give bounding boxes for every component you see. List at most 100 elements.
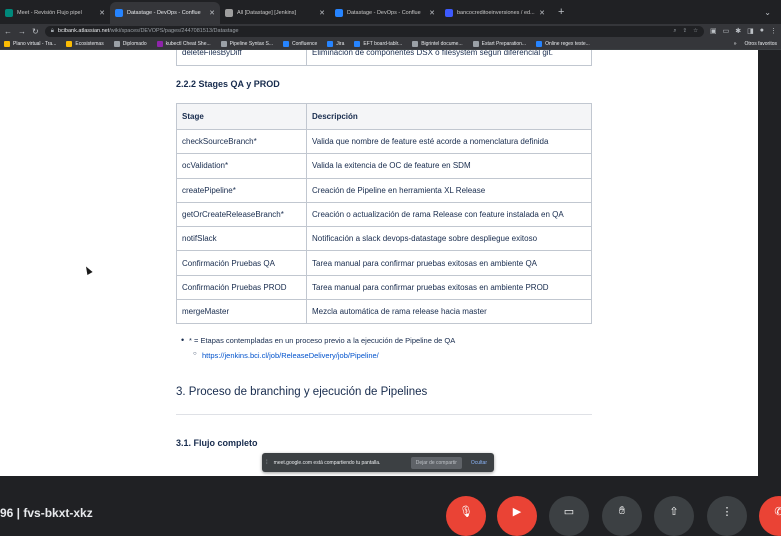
note-text: * = Etapas contempladas en un proceso pr… xyxy=(181,335,455,345)
close-icon[interactable]: ✕ xyxy=(429,9,435,17)
bookmark-item[interactable]: Bigrintel docume... xyxy=(412,40,463,47)
bookmark-item[interactable]: Ecosistemas xyxy=(66,40,104,47)
prev-stage: deleteFilesByDiff xyxy=(177,50,307,65)
browser-tab[interactable]: Datastage - DevOps - Conflue ✕ xyxy=(110,2,220,24)
bookmark-item[interactable]: Estart Preparation... xyxy=(472,40,527,47)
bookmark-label: Diplomado xyxy=(122,40,147,47)
description-cell: Notificación a slack devops-datastage so… xyxy=(306,226,592,252)
camera-off-icon[interactable]: ▶︎ xyxy=(497,496,537,536)
new-tab-button[interactable]: + xyxy=(550,6,572,18)
table-row: Confirmación Pruebas PROD Tarea manual pa… xyxy=(176,274,592,301)
jenkins-link[interactable]: https://jenkins.bci.cl/job/ReleaseDelive… xyxy=(193,351,455,360)
bookmarks-more-button[interactable]: » xyxy=(734,41,737,47)
bookmark-label: Confluence xyxy=(292,40,318,47)
stage-cell: mergeMaster xyxy=(176,299,307,325)
stop-sharing-button[interactable]: Dejar de compartir xyxy=(410,456,462,469)
table-row: checkSourceBranch* Valida que nombre de f… xyxy=(176,128,592,155)
present-icon[interactable]: ⇧ xyxy=(654,496,694,536)
browser-toolbar: ← → ↻ 🔒︎ bcibank.atlassian.net/wiki/spac… xyxy=(0,24,781,38)
forward-icon[interactable]: → xyxy=(18,27,26,36)
table-row: getOrCreateReleaseBranch* Creación o actu… xyxy=(176,201,592,228)
cast-icon[interactable]: ▭ xyxy=(723,27,730,35)
close-icon[interactable]: ✕ xyxy=(539,9,545,17)
tab-favicon-icon xyxy=(115,9,123,17)
bookmark-icon xyxy=(354,40,361,47)
section-title: 2.2.2 Stages QA y PROD xyxy=(176,79,280,89)
mic-off-icon[interactable]: 🎙︎ xyxy=(446,496,486,536)
description-cell: Valida la exitencia de OC de feature en … xyxy=(306,153,592,179)
bookmark-icon xyxy=(536,40,543,47)
bookmark-icon xyxy=(4,40,10,47)
browser-tab[interactable]: All [Datastage] [Jenkins] ✕ xyxy=(220,2,330,24)
tab-title: Meet - Revisión Flujo pipel xyxy=(17,10,82,16)
star-icon[interactable]: ☆ xyxy=(693,28,698,35)
bookmark-item[interactable]: kubectl Cheat She... xyxy=(156,40,211,47)
search-icon[interactable]: ⌕ xyxy=(673,28,676,35)
bookmark-label: Online regex teste... xyxy=(545,40,590,47)
heading-branching: 3. Proceso de branching y ejecución de P… xyxy=(176,386,428,398)
description-cell: Mezcla automática de rama release hacia … xyxy=(306,299,592,325)
tab-favicon-icon xyxy=(335,9,343,17)
bookmark-item[interactable]: Confluence xyxy=(283,40,318,47)
share-message: meet.google.com está compartiendo tu pan… xyxy=(273,459,381,466)
menu-icon[interactable]: ⋮ xyxy=(770,27,777,35)
bookmark-icon xyxy=(220,40,227,47)
back-icon[interactable]: ← xyxy=(4,27,12,36)
bookmark-label: Bigrintel docume... xyxy=(421,40,463,47)
table-row: ocValidation* Valida la exitencia de OC d… xyxy=(176,153,592,179)
browser-tab[interactable]: bancocreditoeinversiones / ed... ✕ xyxy=(440,2,550,24)
bookmark-icon xyxy=(66,40,73,47)
bookmark-item[interactable]: Online regex teste... xyxy=(536,40,590,47)
table-row: mergeMaster Mezcla automática de rama rel… xyxy=(176,299,592,325)
lock-icon: 🔒︎ xyxy=(50,27,54,34)
prev-description: Eliminación de componentes DSX o filesys… xyxy=(312,50,554,57)
bookmark-icon xyxy=(472,40,479,47)
bookmark-item[interactable]: EFT board-tablr... xyxy=(354,40,402,47)
captions-icon[interactable]: ▭ xyxy=(549,496,589,536)
browser-tab[interactable]: Datastage - DevOps - Conflue ✕ xyxy=(330,2,440,24)
address-bar[interactable]: 🔒︎ bcibank.atlassian.net/wiki/spaces/DEV… xyxy=(44,25,705,37)
bookmark-item[interactable]: Pipeline Syntax S... xyxy=(220,40,273,47)
tab-search-icon[interactable]: ⌄ xyxy=(754,8,781,17)
description-cell: Valida que nombre de feature esté acorde… xyxy=(306,128,592,155)
header-stage: Stage xyxy=(176,103,307,130)
meeting-code: 96 | fvs-bkxt-xkz xyxy=(0,506,93,520)
description-cell: Tarea manual para confirmar pruebas exit… xyxy=(306,250,592,276)
stage-cell: createPipeline* xyxy=(176,177,307,203)
url-path: /wiki/spaces/DEVOPS/pages/2447081513/Dat… xyxy=(109,28,239,34)
close-icon[interactable]: ✕ xyxy=(99,9,105,17)
bookmark-item[interactable]: Diplomado xyxy=(113,40,147,47)
browser-tab[interactable]: Meet - Revisión Flujo pipel ✕ xyxy=(0,2,110,24)
notes-list: * = Etapas contempladas en un proceso pr… xyxy=(181,335,455,360)
bookmark-label: Estart Preparation... xyxy=(481,40,527,47)
more-options-icon[interactable]: ⋮ xyxy=(707,496,747,536)
bookmark-label: kubectl Cheat She... xyxy=(165,40,211,47)
screen-share-bar: ⁞ meet.google.com está compartiendo tu p… xyxy=(262,453,494,472)
reload-icon[interactable]: ↻ xyxy=(32,27,39,36)
bookmark-label: Plano virtual - Tra... xyxy=(13,40,57,47)
extension-icon[interactable]: ▣ xyxy=(710,27,717,35)
share-icon[interactable]: ⇪ xyxy=(682,28,687,35)
stage-cell: Confirmación Pruebas QA xyxy=(176,250,307,276)
bookmark-item[interactable]: Plano virtual - Tra... xyxy=(4,40,57,47)
tab-title: bancocreditoeinversiones / ed... xyxy=(457,10,535,16)
table-row: notifSlack Notificación a slack devops-da… xyxy=(176,226,592,252)
description-cell: Creación de Pipeline en herramienta XL R… xyxy=(306,177,592,203)
close-icon[interactable]: ✕ xyxy=(209,9,215,17)
puzzle-icon[interactable]: ✱ xyxy=(735,27,741,35)
bookmarks-bar: Plano virtual - Tra... Ecosistemas Diploma… xyxy=(0,38,781,50)
sidepanel-icon[interactable]: ◨ xyxy=(747,27,754,35)
header-description: Descripción xyxy=(306,103,592,130)
table-row-previous: deleteFilesByDiff Eliminación de compone… xyxy=(176,50,592,66)
url-host: bcibank.atlassian.net xyxy=(57,28,110,34)
close-icon[interactable]: ✕ xyxy=(319,9,325,17)
table-row: Confirmación Pruebas QA Tarea manual para… xyxy=(176,250,592,276)
profile-icon[interactable]: ● xyxy=(760,27,764,35)
bookmark-label: Jira xyxy=(336,40,345,47)
bookmark-item[interactable]: Jira xyxy=(327,40,345,47)
other-bookmarks-folder[interactable]: Otros favoritos xyxy=(744,41,777,47)
bookmark-icon xyxy=(327,40,334,47)
raise-hand-icon[interactable]: ✋︎ xyxy=(602,496,642,536)
drag-handle-icon[interactable]: ⁞ xyxy=(266,460,268,466)
hide-button[interactable]: Ocultar xyxy=(468,457,490,469)
